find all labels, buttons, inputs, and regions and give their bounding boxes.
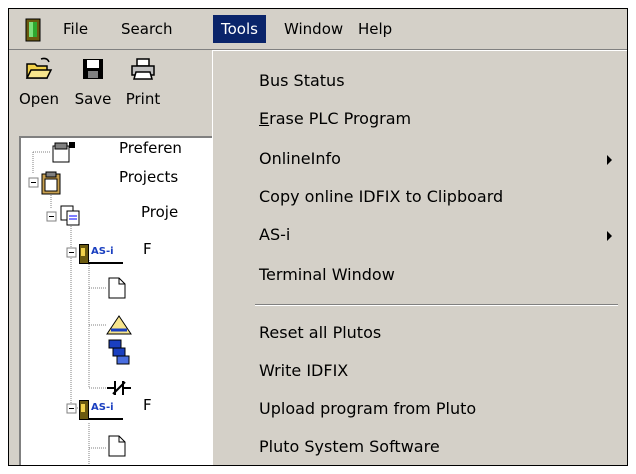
menu-file[interactable]: File: [55, 15, 96, 43]
asi-node-icon-2: AS-i: [79, 398, 139, 422]
tree-item-preferences[interactable]: Preferen: [119, 139, 182, 157]
menu-item-online-info-label: OnlineInfo: [259, 149, 341, 168]
menu-bar: File Search Tools Window Help: [9, 9, 627, 50]
print-label: Print: [125, 90, 161, 108]
asi-node-icon: AS-i: [79, 242, 139, 266]
toolbar: Open Save Print: [9, 50, 209, 134]
app-icon: [25, 18, 41, 42]
save-label: Save: [74, 90, 112, 108]
menu-item-erase-plc-program[interactable]: Erase PLC Program: [213, 101, 627, 137]
application-window: File Search Tools Window Help Open Save: [8, 8, 628, 466]
document-icon-2: [108, 435, 126, 457]
tree-item-asi-2[interactable]: F: [143, 396, 152, 414]
asi-network-icon: [106, 315, 132, 335]
tree-item-asi-1[interactable]: F: [143, 240, 152, 258]
menu-item-write-idfix[interactable]: Write IDFIX: [213, 353, 627, 389]
document-icon: [108, 277, 126, 299]
print-button[interactable]: Print: [119, 56, 167, 108]
floppy-disk-icon: [83, 59, 103, 79]
printer-icon: [131, 58, 155, 80]
menu-help[interactable]: Help: [350, 15, 400, 43]
open-folder-icon: [25, 57, 53, 79]
menu-item-copy-idfix[interactable]: Copy online IDFIX to Clipboard: [213, 179, 627, 215]
save-button[interactable]: Save: [69, 56, 117, 108]
contact-icon: [107, 381, 131, 395]
project-icon: [60, 205, 80, 226]
menu-item-asi-label: AS-i: [259, 225, 291, 244]
open-label: Open: [18, 90, 60, 108]
tools-menu: Bus Status Erase PLC Program OnlineInfo …: [212, 50, 627, 465]
menu-window[interactable]: Window: [276, 15, 351, 43]
submenu-arrow-icon-2: [607, 231, 612, 241]
menu-item-terminal-window[interactable]: Terminal Window: [213, 257, 627, 293]
menu-item-bus-status[interactable]: Bus Status: [213, 63, 627, 99]
asi-badge-2: AS-i: [91, 402, 114, 413]
menu-item-asi[interactable]: AS-i: [213, 217, 627, 253]
menu-item-reset-all-plutos[interactable]: Reset all Plutos: [213, 315, 627, 351]
project-tree[interactable]: Preferen Projects Proje AS-i F AS-i F: [19, 136, 218, 465]
open-button[interactable]: Open: [11, 56, 67, 108]
menu-tools[interactable]: Tools: [213, 15, 266, 43]
menu-search[interactable]: Search: [113, 15, 181, 43]
asi-badge: AS-i: [91, 246, 114, 257]
submenu-arrow-icon: [607, 155, 612, 165]
menu-item-online-info[interactable]: OnlineInfo: [213, 141, 627, 177]
clipboard-icon: [41, 171, 61, 195]
menu-separator: [255, 304, 618, 306]
preferences-icon: [52, 142, 75, 163]
menu-item-upload-program[interactable]: Upload program from Pluto: [213, 391, 627, 427]
module-stack-icon: [108, 339, 130, 365]
menu-item-pluto-system-software[interactable]: Pluto System Software: [213, 429, 627, 465]
tree-item-projects[interactable]: Projects: [119, 168, 178, 186]
tree-item-project[interactable]: Proje: [141, 203, 178, 221]
